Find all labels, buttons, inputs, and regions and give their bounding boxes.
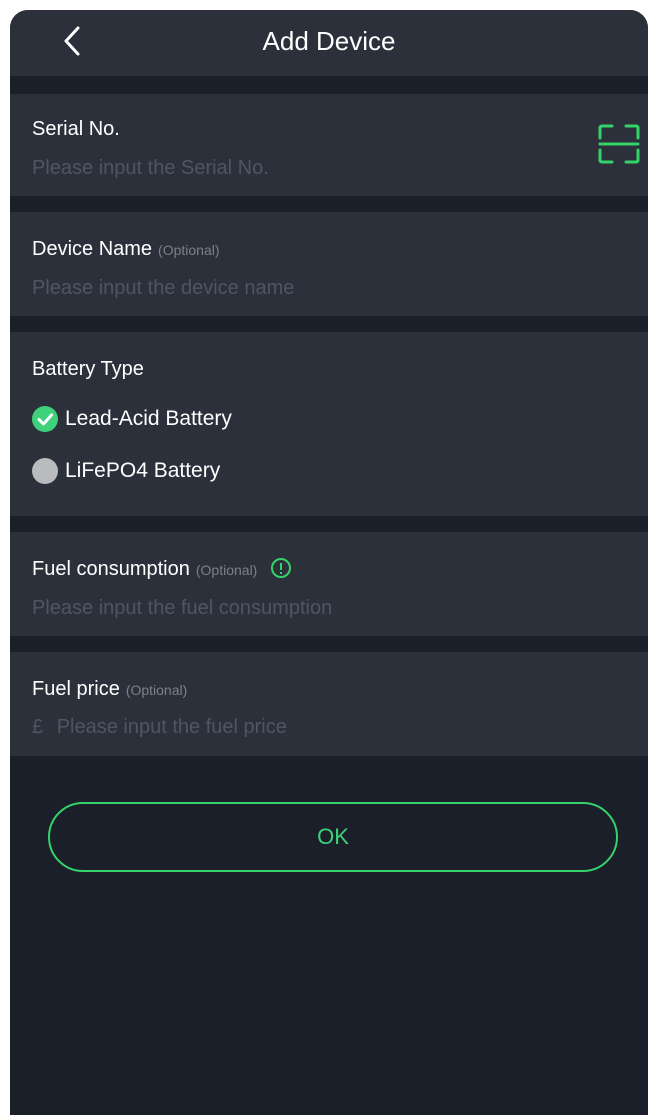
radio-lead-acid[interactable]: Lead-Acid Battery [32,405,232,433]
scan-icon[interactable] [596,122,642,166]
battery-type-section: Battery Type Lead-Acid Battery LiFePO4 B… [10,332,648,516]
fuel-consumption-label: Fuel consumption (Optional) [32,557,292,581]
fuel-consumption-input[interactable]: Please input the fuel consumption [32,597,332,620]
fuel-price-label-text: Fuel price [32,678,120,700]
fuel-price-label: Fuel price (Optional) [32,678,187,701]
header-bar: Add Device [10,10,648,76]
fuel-price-section: Fuel price (Optional) £ Please input the … [10,652,648,756]
device-name-label: Device Name (Optional) [32,238,220,261]
radio-lifepo4[interactable]: LiFePO4 Battery [32,457,220,485]
fuel-price-placeholder: Please input the fuel price [56,716,287,738]
fuel-consumption-label-text: Fuel consumption [32,558,190,580]
ok-button[interactable]: OK [48,802,618,872]
check-circle-icon [32,406,58,432]
unchecked-circle-icon [32,458,58,484]
device-name-section: Device Name (Optional) Please input the d… [10,212,648,316]
fuel-price-input[interactable]: £ Please input the fuel price [32,716,287,739]
currency-symbol: £ [32,716,44,738]
add-device-screen: Add Device Serial No. Please input the S… [10,10,648,1115]
battery-type-label: Battery Type [32,358,144,380]
page-title: Add Device [262,26,396,56]
optional-tag: (Optional) [195,562,258,578]
serial-input[interactable]: Please input the Serial No. [32,157,269,180]
radio-lead-acid-label: Lead-Acid Battery [65,407,232,430]
info-icon[interactable] [271,557,292,578]
serial-label: Serial No. [32,118,120,140]
optional-tag: (Optional) [158,242,220,258]
device-name-label-text: Device Name [32,238,153,260]
fuel-consumption-section: Fuel consumption (Optional) Please input … [10,532,648,636]
device-name-input[interactable]: Please input the device name [32,277,294,300]
serial-section: Serial No. Please input the Serial No. [10,94,648,196]
radio-lifepo4-label: LiFePO4 Battery [65,459,221,482]
optional-tag: (Optional) [125,682,188,698]
